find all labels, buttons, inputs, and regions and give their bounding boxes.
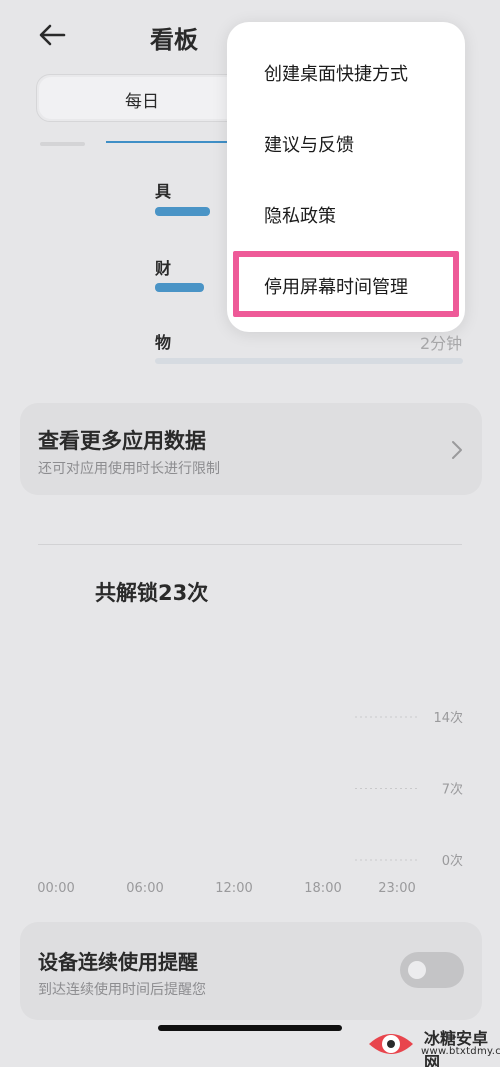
menu-item-privacy-policy[interactable]: 隐私政策 xyxy=(264,202,336,228)
menu-item-feedback[interactable]: 建议与反馈 xyxy=(264,131,354,157)
x-tick-label: 18:00 xyxy=(304,881,341,896)
unlock-chart: 14次 7次 0次 00:00 06:00 12:00 18:00 23:00 xyxy=(37,710,463,896)
app-label: 具 xyxy=(155,182,172,201)
card-title: 查看更多应用数据 xyxy=(38,429,206,453)
x-tick-label: 23:00 xyxy=(378,881,415,896)
watermark-url: www.btxtdmy.com xyxy=(421,1046,500,1057)
app-label: 财 xyxy=(155,259,172,278)
highlight-box xyxy=(233,251,459,317)
unlock-count: 共解锁23次 xyxy=(95,581,209,605)
toggle-knob xyxy=(408,961,426,979)
tab-indicator xyxy=(106,141,246,143)
reminder-toggle[interactable] xyxy=(400,952,464,988)
home-indicator[interactable] xyxy=(158,1025,342,1031)
y-tick-label: 0次 xyxy=(442,853,463,869)
app-label: 物 xyxy=(155,333,172,352)
usage-time: 2分钟 xyxy=(420,334,463,353)
x-tick-label: 00:00 xyxy=(37,881,74,896)
page-title: 看板 xyxy=(150,26,198,54)
usage-bar xyxy=(155,207,210,216)
tab-daily-label: 每日 xyxy=(125,92,159,112)
back-arrow-icon[interactable] xyxy=(36,18,76,54)
usage-bar-track xyxy=(155,358,463,364)
usage-bar xyxy=(155,283,204,292)
more-app-data-card[interactable]: 查看更多应用数据 还可对应用使用时长进行限制 xyxy=(20,403,482,495)
x-tick-label: 06:00 xyxy=(126,881,163,896)
divider-faint xyxy=(40,142,85,146)
y-tick-label: 7次 xyxy=(442,782,463,798)
reminder-subtitle: 到达连续使用时间后提醒您 xyxy=(38,982,206,998)
y-tick-label: 14次 xyxy=(433,710,463,726)
section-divider xyxy=(38,544,462,545)
chevron-right-icon xyxy=(448,438,466,462)
card-subtitle: 还可对应用使用时长进行限制 xyxy=(38,461,220,477)
reminder-title: 设备连续使用提醒 xyxy=(38,950,198,974)
menu-item-create-shortcut[interactable]: 创建桌面快捷方式 xyxy=(264,60,408,86)
x-tick-label: 12:00 xyxy=(215,881,252,896)
